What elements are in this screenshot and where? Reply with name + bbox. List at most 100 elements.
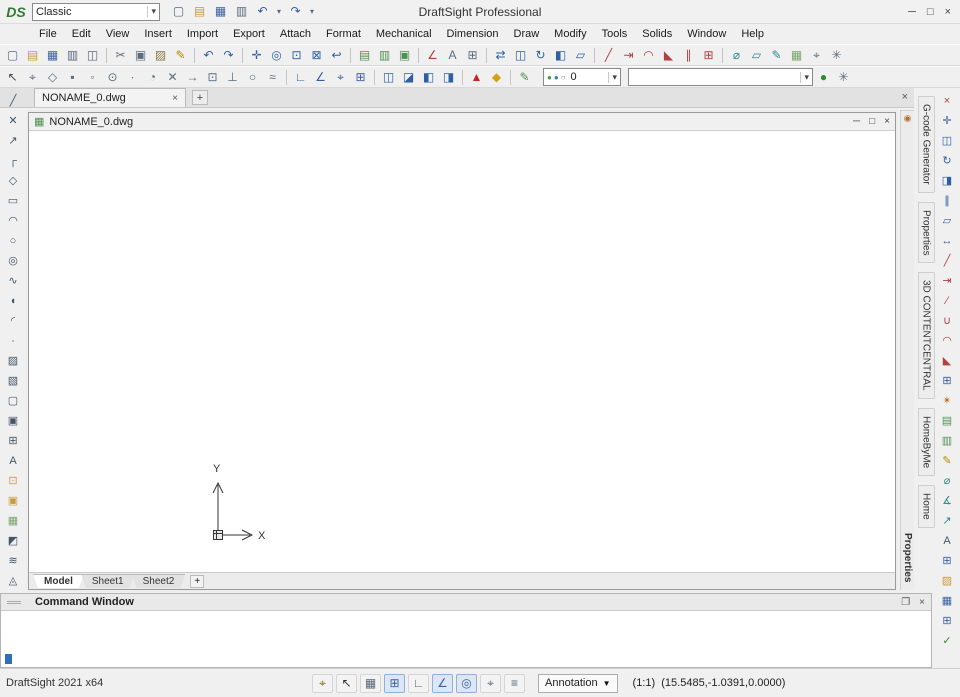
pointer-mode-icon[interactable]: ⌖: [312, 673, 333, 693]
scale-icon[interactable]: ▱: [571, 46, 590, 65]
command-input[interactable]: [1, 651, 931, 667]
open-file-icon[interactable]: ▤: [190, 2, 209, 21]
close-icon[interactable]: ×: [902, 91, 908, 103]
menu-view[interactable]: View: [103, 26, 133, 42]
infinite-line-icon[interactable]: ✕: [4, 112, 22, 131]
move-icon[interactable]: ✛: [938, 112, 956, 131]
pan-icon[interactable]: ✛: [247, 46, 266, 65]
make-layer-current-icon[interactable]: ✎: [515, 68, 534, 87]
region-icon[interactable]: ▣: [4, 412, 22, 431]
esnap-icon[interactable]: ⌖: [23, 68, 42, 87]
close-icon[interactable]: ×: [919, 597, 925, 608]
split-icon[interactable]: ∕: [938, 292, 956, 311]
paste-icon[interactable]: ▨: [151, 46, 170, 65]
make-block-icon[interactable]: ▣: [4, 492, 22, 511]
print-preview-icon[interactable]: ◫: [83, 46, 102, 65]
note-icon[interactable]: ✎: [767, 46, 786, 65]
grid-display-icon[interactable]: ▦: [938, 592, 956, 611]
measure-icon[interactable]: ⌀: [727, 46, 746, 65]
chamfer-icon[interactable]: ◣: [659, 46, 678, 65]
fillet-icon[interactable]: ◠: [639, 46, 658, 65]
ortho-icon[interactable]: ∟: [291, 68, 310, 87]
warning-icon[interactable]: ▲: [467, 68, 486, 87]
esnap-icon[interactable]: ◎: [456, 673, 477, 693]
new-file-icon[interactable]: ▢: [169, 2, 188, 21]
weld-icon[interactable]: ∪: [938, 312, 956, 331]
menu-attach[interactable]: Attach: [277, 26, 314, 42]
tab-homebyme[interactable]: HomeByMe: [917, 407, 935, 477]
zoom-dynamic-icon[interactable]: ◎: [267, 46, 286, 65]
menu-modify[interactable]: Modify: [551, 26, 589, 42]
ellipse-icon[interactable]: ◖: [4, 292, 22, 311]
annotation-scale-dropdown[interactable]: Annotation ▼: [538, 673, 618, 693]
new-document-button[interactable]: +: [192, 90, 208, 105]
boundary-icon[interactable]: ▢: [4, 392, 22, 411]
gradient-icon[interactable]: ▧: [4, 372, 22, 391]
drag-grip-icon[interactable]: [7, 600, 21, 604]
properties-painter-icon[interactable]: ✎: [171, 46, 190, 65]
text-icon[interactable]: A: [4, 452, 22, 471]
cut-icon[interactable]: ✂: [111, 46, 130, 65]
area-icon[interactable]: ▱: [747, 46, 766, 65]
revision-cloud-icon[interactable]: ≋: [4, 552, 22, 571]
properties-icon[interactable]: ▤: [938, 412, 956, 431]
layer-dropdown[interactable]: ● ● ○ 0 ▾: [543, 68, 621, 86]
redo-icon[interactable]: ↷: [286, 2, 305, 21]
insert-block-icon[interactable]: ⊡: [4, 472, 22, 491]
menu-export[interactable]: Export: [230, 26, 268, 42]
copy-icon[interactable]: ◫: [938, 132, 956, 151]
sheet-tab-model[interactable]: Model: [33, 574, 84, 588]
match-properties-icon[interactable]: ✎: [938, 452, 956, 471]
stretch-icon[interactable]: ↔: [938, 232, 956, 251]
tab-gcode-generator[interactable]: G-code Generator: [917, 96, 935, 193]
drawing-canvas[interactable]: Y X: [29, 131, 895, 572]
extend-icon[interactable]: ⇥: [619, 46, 638, 65]
etrack-icon[interactable]: ⌖: [331, 68, 350, 87]
ray-icon[interactable]: ↗: [4, 132, 22, 151]
minimize-button[interactable]: ─: [908, 6, 916, 18]
circle-icon[interactable]: ○: [4, 232, 22, 251]
ring-icon[interactable]: ◎: [4, 252, 22, 271]
pattern-icon[interactable]: ⊞: [699, 46, 718, 65]
undo-options-icon[interactable]: ▾: [274, 2, 284, 21]
grid-icon[interactable]: ⊞: [384, 673, 405, 693]
quadrant-icon[interactable]: ◔: [143, 68, 162, 87]
midpoint-icon[interactable]: ◦: [83, 68, 102, 87]
menu-tools[interactable]: Tools: [599, 26, 631, 42]
tab-properties[interactable]: Properties: [917, 201, 935, 264]
erase-icon[interactable]: ×: [938, 92, 956, 111]
properties-palette-icon[interactable]: ▣: [395, 46, 414, 65]
polygon-icon[interactable]: ◇: [4, 172, 22, 191]
layers-icon[interactable]: ▥: [938, 432, 956, 451]
layers-manager-icon[interactable]: ▤: [355, 46, 374, 65]
table-icon[interactable]: ⊞: [4, 432, 22, 451]
fillet-icon[interactable]: ◠: [938, 332, 956, 351]
auto-hide-pin-icon[interactable]: ◉: [902, 113, 913, 127]
undo-icon[interactable]: ↶: [253, 2, 272, 21]
maximize-button[interactable]: □: [869, 116, 875, 127]
menu-window[interactable]: Window: [684, 26, 729, 42]
mirror-icon[interactable]: ◨: [938, 172, 956, 191]
mtext-icon[interactable]: A: [938, 532, 956, 551]
command-history[interactable]: [1, 611, 931, 651]
settings-icon[interactable]: ✳: [834, 68, 853, 87]
spline-icon[interactable]: ∿: [4, 272, 22, 291]
float-panel-icon[interactable]: ❐: [901, 597, 910, 608]
tangent-icon[interactable]: ○: [243, 68, 262, 87]
save-icon[interactable]: ▦: [211, 2, 230, 21]
line-icon[interactable]: ╱: [4, 92, 22, 111]
copy-icon[interactable]: ▣: [131, 46, 150, 65]
document-tab-noname0[interactable]: NONAME_0.dwg ×: [34, 88, 186, 107]
menu-draw[interactable]: Draw: [511, 26, 543, 42]
layer-states-icon[interactable]: ▥: [375, 46, 394, 65]
snap-icon[interactable]: ▦: [360, 673, 381, 693]
redo-options-icon[interactable]: ▾: [307, 2, 317, 21]
ellipse-arc-icon[interactable]: ◜: [4, 312, 22, 331]
smart-dimension-icon[interactable]: ∡: [938, 492, 956, 511]
snap-from-icon[interactable]: ◇: [43, 68, 62, 87]
check-icon[interactable]: ✓: [938, 632, 956, 651]
options-icon[interactable]: ✳: [827, 46, 846, 65]
perpendicular-icon[interactable]: ⊥: [223, 68, 242, 87]
close-button[interactable]: ×: [945, 6, 951, 18]
zoom-fit-icon[interactable]: ⊠: [307, 46, 326, 65]
